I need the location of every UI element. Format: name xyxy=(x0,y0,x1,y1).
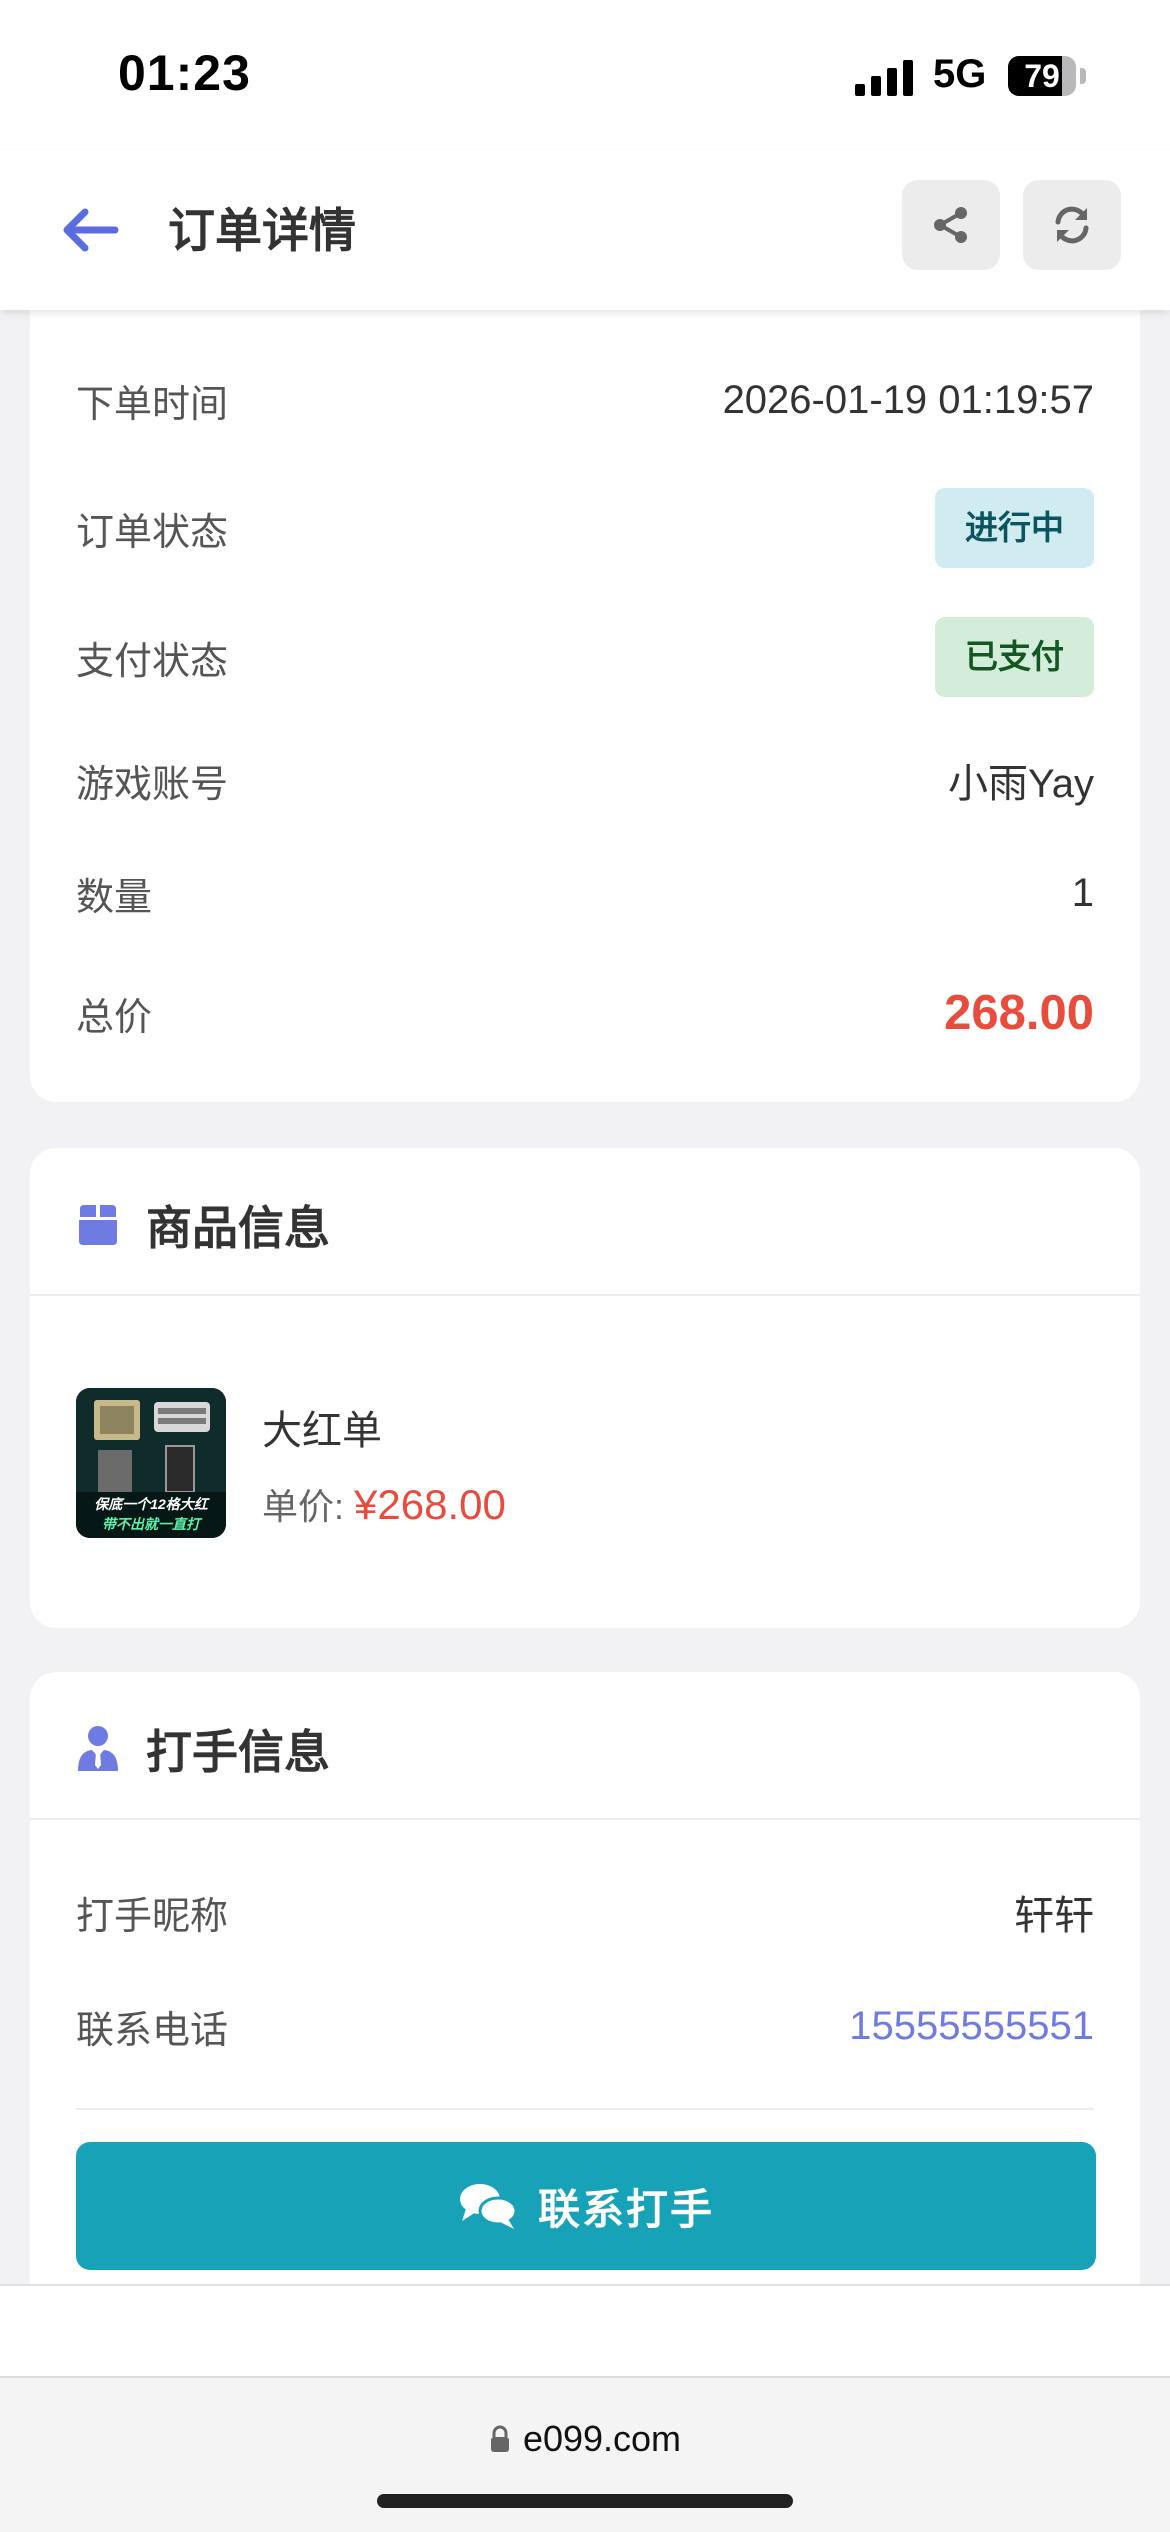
url-container[interactable]: e099.com xyxy=(0,2418,1170,2460)
total-price-label: 总价 xyxy=(76,996,153,1039)
share-button[interactable] xyxy=(902,180,1000,270)
unit-price-value: ¥268.00 xyxy=(354,1481,506,1528)
total-price-row: 总价 268.00 xyxy=(76,978,1094,1048)
url-text: e099.com xyxy=(522,2418,682,2459)
back-button[interactable] xyxy=(55,195,125,265)
player-section-title: 打手信息 xyxy=(146,1726,330,1778)
refresh-button[interactable] xyxy=(1023,180,1121,270)
order-time-value: 2026-01-19 01:19:57 xyxy=(722,377,1094,422)
product-section-header: 商品信息 xyxy=(76,1192,330,1258)
product-image: 保底一个12格大红 带不出就一直打 xyxy=(76,1388,226,1538)
order-info-card: 下单时间 2026-01-19 01:19:57 订单状态 进行中 支付状态 已… xyxy=(30,290,1140,1102)
product-name: 大红单 xyxy=(262,1409,382,1453)
home-indicator xyxy=(377,2494,793,2508)
contact-player-label: 联系打手 xyxy=(537,2185,714,2233)
arrow-left-icon xyxy=(63,208,119,252)
quantity-label: 数量 xyxy=(76,876,153,919)
user-tie-icon xyxy=(78,1726,118,1771)
battery-level: 79 xyxy=(1024,58,1060,94)
order-time-label: 下单时间 xyxy=(76,383,229,426)
unit-price-label: 单价: xyxy=(262,1486,345,1527)
order-status-badge: 进行中 xyxy=(935,488,1094,568)
battery-cap xyxy=(1080,68,1086,84)
status-bar: 01:23 5G 79 xyxy=(0,0,1170,150)
order-time-row: 下单时间 2026-01-19 01:19:57 xyxy=(76,370,1094,430)
quantity-value: 1 xyxy=(1071,870,1094,915)
status-time: 01:23 xyxy=(118,45,251,101)
page-title: 订单详情 xyxy=(168,204,356,257)
payment-status-label: 支付状态 xyxy=(76,640,229,683)
game-account-row: 游戏账号 小雨Yay xyxy=(76,750,1094,810)
player-card: 打手信息 打手昵称 轩轩 联系电话 15555555551 联系打手 xyxy=(30,1672,1140,2312)
box-icon xyxy=(79,1205,117,1245)
contact-player-button[interactable]: 联系打手 xyxy=(76,2142,1096,2270)
app-header: 订单详情 xyxy=(0,150,1170,310)
lock-icon xyxy=(490,2425,509,2452)
payment-status-row: 支付状态 已支付 xyxy=(76,617,1094,697)
player-phone-label: 联系电话 xyxy=(76,2009,229,2052)
unit-price-row: 单价: ¥268.00 xyxy=(262,1478,506,1530)
contact-divider xyxy=(76,2108,1094,2110)
signal-icon xyxy=(855,60,913,96)
network-type: 5G xyxy=(933,52,987,96)
game-account-value: 小雨Yay xyxy=(948,762,1094,806)
comments-icon xyxy=(459,2184,518,2229)
total-price-value: 268.00 xyxy=(944,986,1094,1040)
payment-status-badge: 已支付 xyxy=(935,617,1094,697)
order-status-label: 订单状态 xyxy=(76,511,229,554)
refresh-icon xyxy=(1055,206,1089,244)
product-card: 商品信息 保底一个12格大红 带不出就一直打 大红单 单价: ¥268.00 xyxy=(30,1148,1140,1628)
player-divider xyxy=(30,1818,1140,1820)
player-phone-row: 联系电话 15555555551 xyxy=(76,1996,1094,2056)
player-section-header: 打手信息 xyxy=(76,1716,330,1782)
quantity-row: 数量 1 xyxy=(76,863,1094,923)
player-nickname-value: 轩轩 xyxy=(1014,1894,1094,1938)
product-divider xyxy=(30,1294,1140,1296)
product-section-title: 商品信息 xyxy=(146,1202,330,1254)
battery-icon: 79 xyxy=(1008,56,1076,96)
bottom-safe-area xyxy=(0,2284,1170,2376)
share-icon xyxy=(934,207,967,243)
product-thumb-line1: 保底一个12格大红 xyxy=(94,1496,208,1512)
browser-url-bar[interactable]: e099.com xyxy=(0,2376,1170,2532)
product-thumb-line2: 带不出就一直打 xyxy=(102,1516,200,1532)
player-phone-link[interactable]: 15555555551 xyxy=(849,2004,1094,2049)
game-account-label: 游戏账号 xyxy=(76,763,229,806)
player-nickname-label: 打手昵称 xyxy=(76,1895,229,1938)
player-nickname-row: 打手昵称 轩轩 xyxy=(76,1882,1094,1942)
order-status-row: 订单状态 进行中 xyxy=(76,488,1094,568)
